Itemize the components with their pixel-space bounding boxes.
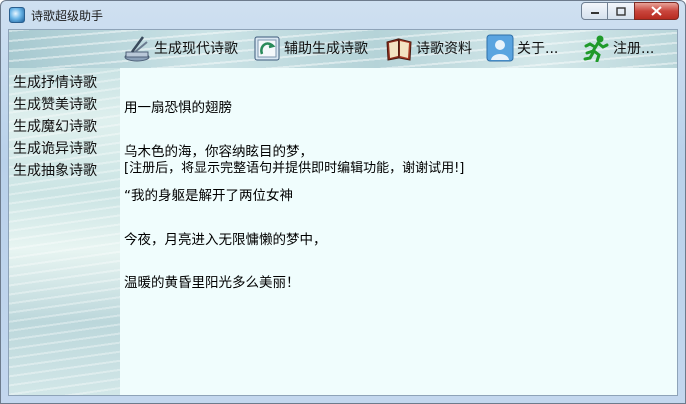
assist-generate-poem-label: 辅助生成诗歌 xyxy=(284,41,368,57)
generate-modern-poem-label: 生成现代诗歌 xyxy=(154,41,238,57)
user-icon xyxy=(486,34,514,62)
window-title: 诗歌超级助手 xyxy=(31,9,104,23)
client-area: 生成现代诗歌 辅助生成诗歌 诗歌资料 关于... 注册... 生成抒情诗歌 生成… xyxy=(8,29,678,396)
register-button[interactable]: 注册... xyxy=(582,33,654,63)
title-bar[interactable]: 诗歌超级助手 xyxy=(1,1,685,29)
sidebar-item-abstract[interactable]: 生成抽象诗歌 xyxy=(13,160,97,182)
sidebar-item-lyric[interactable]: 生成抒情诗歌 xyxy=(13,72,97,94)
registration-notice: [注册后，将显示完整语句并提供即时编辑功能，谢谢试用!] xyxy=(124,161,465,176)
assist-generate-poem-button[interactable]: 辅助生成诗歌 xyxy=(253,33,368,63)
poem-line: “我的身躯是解开了两位女神 xyxy=(124,187,293,204)
window-controls xyxy=(581,2,679,20)
poem-output-area[interactable]: 用一扇恐惧的翅膀 乌木色的海，你容纳眩目的梦， “我的身躯是解开了两位女神 今夜… xyxy=(120,68,677,395)
pen-stand-icon xyxy=(123,34,151,62)
about-button[interactable]: 关于... xyxy=(486,33,558,63)
sidebar-item-weird[interactable]: 生成诡异诗歌 xyxy=(13,138,97,160)
app-window: 诗歌超级助手 生成现代诗歌 辅助生成诗歌 诗歌资料 关于... 注册... 生成… xyxy=(0,0,686,404)
poem-line: 用一扇恐惧的翅膀 xyxy=(124,100,232,117)
running-man-icon xyxy=(582,34,610,63)
poem-line: 今夜，月亮进入无限慵懒的梦中， xyxy=(124,231,327,248)
toolbar: 生成现代诗歌 辅助生成诗歌 诗歌资料 关于... 注册... xyxy=(9,30,677,68)
poem-line: 温暖的黄昏里阳光多么美丽！ xyxy=(124,275,300,292)
document-edit-icon xyxy=(253,34,281,62)
maximize-icon xyxy=(616,6,626,16)
sidebar-menu: 生成抒情诗歌 生成赞美诗歌 生成魔幻诗歌 生成诡异诗歌 生成抽象诗歌 xyxy=(13,72,97,182)
poem-library-label: 诗歌资料 xyxy=(416,41,472,57)
minimize-icon xyxy=(590,12,599,14)
generate-modern-poem-button[interactable]: 生成现代诗歌 xyxy=(123,33,238,63)
about-label: 关于... xyxy=(517,41,559,57)
close-button[interactable] xyxy=(634,2,679,20)
close-icon xyxy=(651,6,662,16)
poem-library-button[interactable]: 诗歌资料 xyxy=(385,33,472,63)
open-book-icon xyxy=(385,34,413,62)
poem-text: 用一扇恐惧的翅膀 乌木色的海，你容纳眩目的梦， “我的身躯是解开了两位女神 今夜… xyxy=(124,72,327,320)
minimize-button[interactable] xyxy=(581,2,608,20)
sidebar-item-fantasy[interactable]: 生成魔幻诗歌 xyxy=(13,116,97,138)
sidebar-item-praise[interactable]: 生成赞美诗歌 xyxy=(13,94,97,116)
maximize-button[interactable] xyxy=(608,2,634,20)
app-icon xyxy=(9,7,25,23)
register-label: 注册... xyxy=(613,41,655,57)
